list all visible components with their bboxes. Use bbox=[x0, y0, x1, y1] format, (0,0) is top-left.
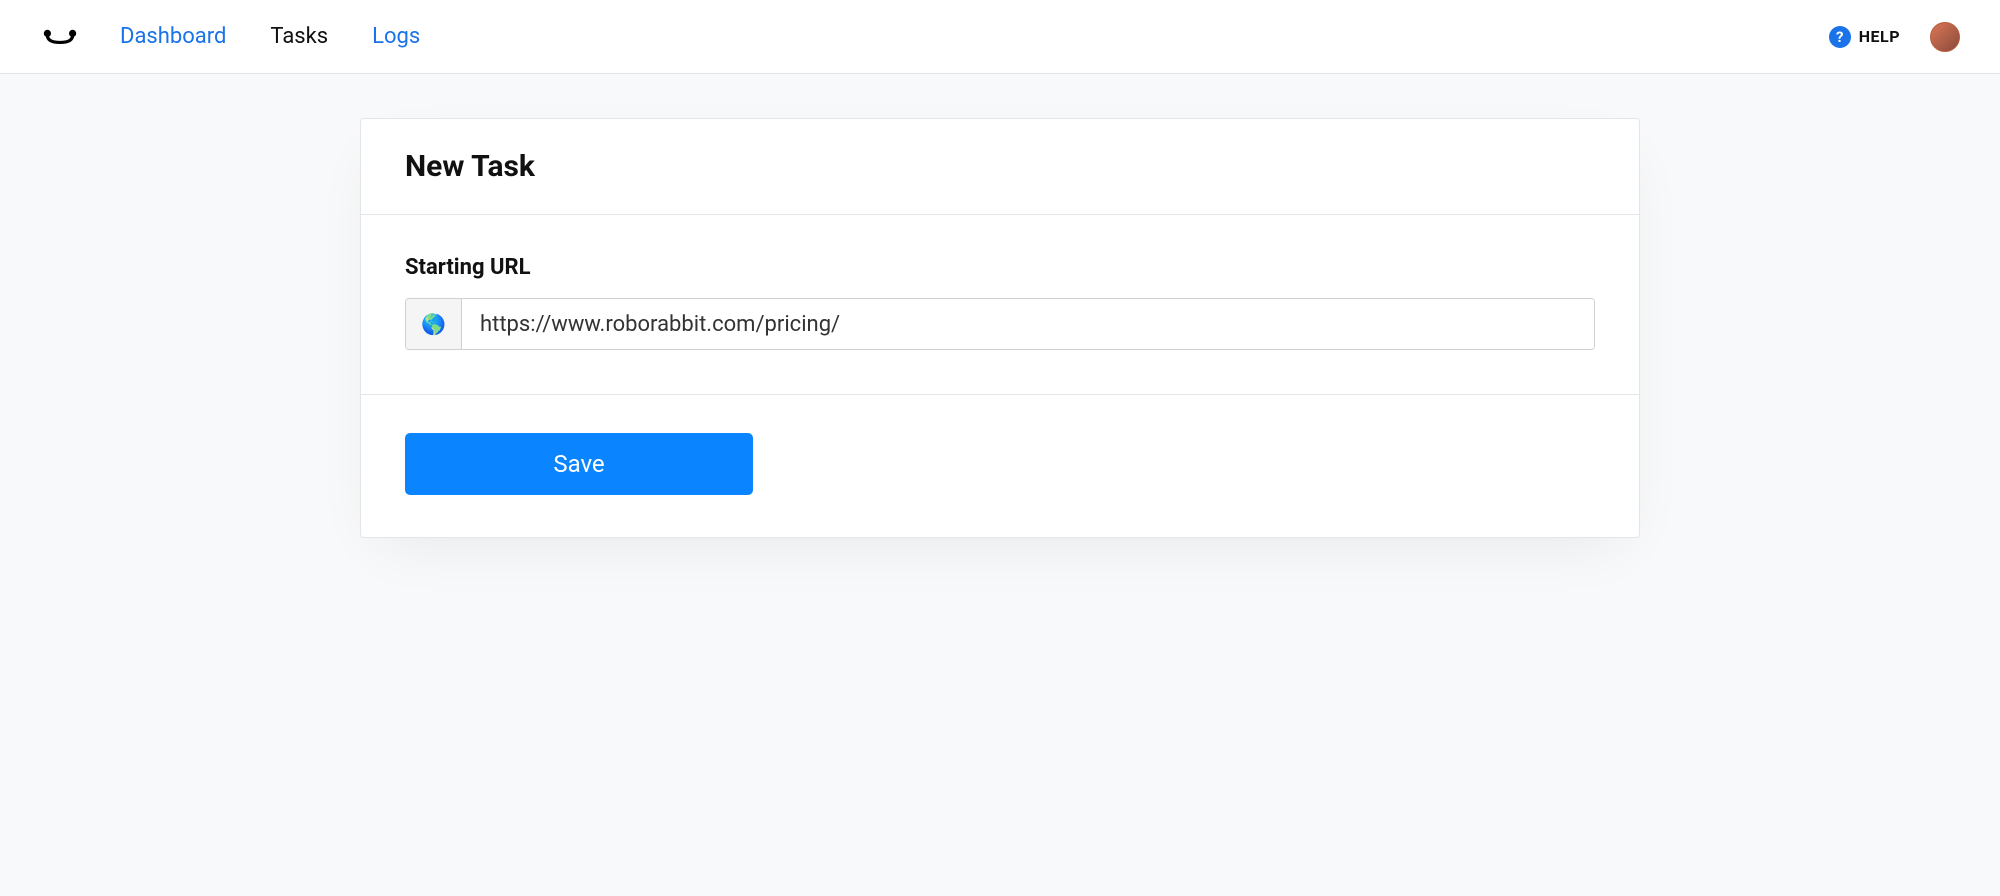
nav-dashboard[interactable]: Dashboard bbox=[120, 24, 226, 49]
help-button[interactable]: ? HELP bbox=[1829, 26, 1900, 48]
avatar[interactable] bbox=[1930, 22, 1960, 52]
rabbit-nose-icon bbox=[42, 28, 78, 46]
url-field-label: Starting URL bbox=[405, 255, 1595, 280]
page-title: New Task bbox=[405, 149, 1595, 184]
new-task-card: New Task Starting URL 🌎 Save bbox=[360, 118, 1640, 538]
url-input[interactable] bbox=[462, 299, 1594, 349]
nav-tasks[interactable]: Tasks bbox=[270, 24, 328, 49]
nav-logs[interactable]: Logs bbox=[372, 24, 420, 49]
card-footer: Save bbox=[361, 395, 1639, 537]
logo[interactable] bbox=[40, 17, 80, 57]
content: New Task Starting URL 🌎 Save bbox=[0, 74, 2000, 538]
card-body: Starting URL 🌎 bbox=[361, 215, 1639, 395]
topbar-right: ? HELP bbox=[1829, 22, 1960, 52]
save-button[interactable]: Save bbox=[405, 433, 753, 495]
main-nav: Dashboard Tasks Logs bbox=[120, 24, 420, 49]
help-icon: ? bbox=[1829, 26, 1851, 48]
help-label: HELP bbox=[1859, 27, 1900, 46]
url-input-group: 🌎 bbox=[405, 298, 1595, 350]
card-header: New Task bbox=[361, 119, 1639, 215]
topbar: Dashboard Tasks Logs ? HELP bbox=[0, 0, 2000, 74]
globe-icon: 🌎 bbox=[406, 299, 462, 349]
